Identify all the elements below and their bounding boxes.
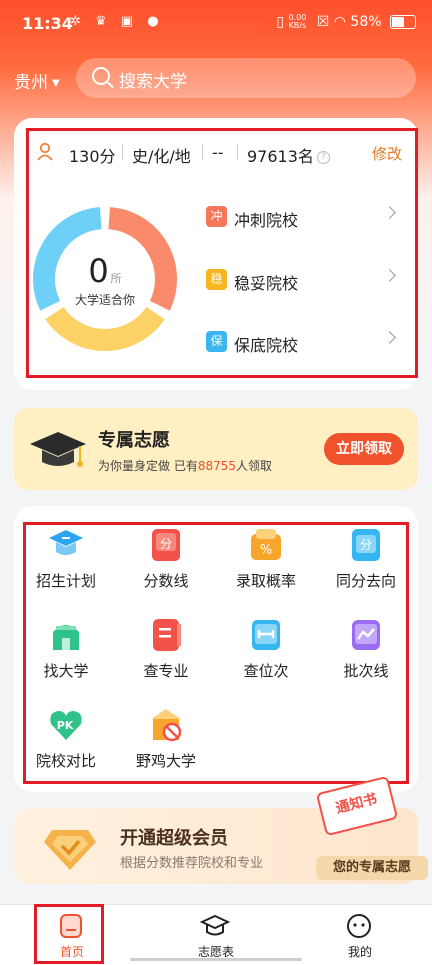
highlight-box [23,522,409,784]
status-bar: 11:34 ✲ ♛ ▣ ● ▯ 0.00 KB/s ☒ ◠ 58% [0,0,432,52]
promo-subtitle: 为你量身定做 已有88755人领取 [98,459,273,473]
search-icon [92,67,110,85]
home-indicator [130,958,302,961]
sim-icon: ☒ [316,14,330,30]
member-title: 开通超级会员 [120,828,228,849]
caret-down-icon: ▼ [52,77,60,89]
mortarboard-icon [30,432,86,467]
region-selector[interactable]: 贵州 ▼ [14,68,60,93]
profile-face-icon [347,914,371,938]
highlight-box [26,128,418,378]
highlight-box [34,904,104,964]
graduation-cap-icon [200,914,230,936]
member-tag: 您的专属志愿 [316,856,428,880]
exclusive-plan-banner[interactable]: 专属志愿 为你量身定做 已有88755人领取 立即领取 [14,408,418,490]
region-label: 贵州 [14,73,48,93]
tab-profile[interactable]: 我的 [288,905,432,965]
status-right: ▯ 0.00 KB/s ☒ ◠ 58% [276,14,416,30]
tab-label: 我的 [347,945,372,959]
promo-count: 88755 [197,459,237,473]
battery-percent: 58% [350,14,382,30]
claim-button[interactable]: 立即领取 [324,433,404,465]
diamond-badge-icon [44,830,96,870]
status-time: 11:34 [22,14,73,33]
top-bar: 贵州 ▼ 搜索大学 [0,58,432,100]
tab-volunteer-form[interactable]: 志愿表 [144,905,288,965]
promo-title: 专属志愿 [98,430,170,451]
member-subtitle: 根据分数推荐院校和专业 [120,856,264,871]
wifi-icon: ◠ [333,14,346,30]
net-speed: 0.00 KB/s [288,13,307,30]
notification-icons: ✲ ♛ ▣ ● [70,14,164,29]
search-placeholder: 搜索大学 [119,72,187,92]
vibrate-icon: ▯ [276,14,285,30]
battery-icon [390,15,416,29]
search-bar[interactable]: 搜索大学 [76,58,416,98]
